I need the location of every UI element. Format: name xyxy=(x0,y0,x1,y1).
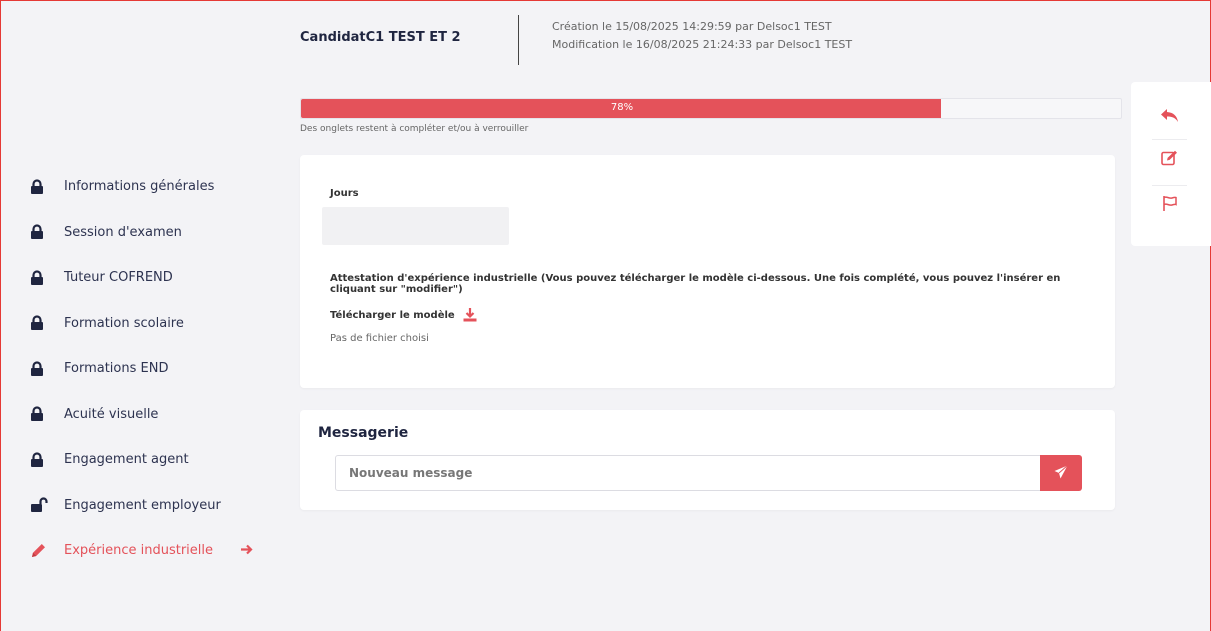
sidebar-item-session-examen[interactable]: Session d'examen xyxy=(30,210,290,256)
sidebar-item-label: Formations END xyxy=(64,361,169,377)
form-card: Jours Attestation d'expérience industrie… xyxy=(300,155,1115,388)
jours-field[interactable] xyxy=(322,207,509,245)
lock-icon xyxy=(30,361,64,377)
sidebar-item-label: Acuité visuelle xyxy=(64,406,159,422)
flag-icon xyxy=(1162,195,1178,215)
download-icon[interactable] xyxy=(463,308,477,322)
progress-note: Des onglets restent à compléter et/ou à … xyxy=(300,124,529,134)
progress-label: 78% xyxy=(610,102,634,113)
download-template-label: Télécharger le modèle xyxy=(330,309,455,321)
edit-button[interactable] xyxy=(1152,145,1187,175)
edit-icon xyxy=(1160,150,1179,170)
action-separator xyxy=(1152,185,1187,186)
lock-icon xyxy=(30,406,64,422)
sidebar-item-label: Engagement agent xyxy=(64,452,189,468)
sidebar-item-label: Session d'examen xyxy=(64,224,182,240)
sidebar-item-experience-industrielle[interactable]: Expérience industrielle xyxy=(30,528,290,574)
arrow-right-icon xyxy=(241,543,253,559)
sidebar-item-label: Expérience industrielle xyxy=(64,543,214,559)
messaging-card: Messagerie xyxy=(300,410,1115,510)
header-divider xyxy=(518,15,519,65)
pencil-icon xyxy=(30,542,64,559)
new-message-input[interactable] xyxy=(335,455,1041,491)
sidebar-item-label: Formation scolaire xyxy=(64,315,184,331)
sidebar-item-label: Informations générales xyxy=(64,179,215,195)
candidate-name: CandidatC1 TEST ET 2 xyxy=(300,30,461,45)
sidebar-item-formations-end[interactable]: Formations END xyxy=(30,346,290,392)
record-meta: Création le 15/08/2025 14:29:59 par Dels… xyxy=(552,18,852,54)
lock-icon xyxy=(30,179,64,195)
progress-bar: 78% xyxy=(300,98,1122,119)
no-file-text: Pas de fichier choisi xyxy=(330,333,429,344)
sidebar-item-engagement-employeur[interactable]: Engagement employeur xyxy=(30,483,290,529)
download-template: Télécharger le modèle xyxy=(330,308,477,322)
lock-icon xyxy=(30,224,64,240)
sidebar-item-label: Engagement employeur xyxy=(64,497,221,513)
sidebar-item-acuite-visuelle[interactable]: Acuité visuelle xyxy=(30,392,290,438)
unlock-icon xyxy=(30,497,64,513)
lock-icon xyxy=(30,315,64,331)
sidebar-item-formation-scolaire[interactable]: Formation scolaire xyxy=(30,301,290,347)
sidebar: Informations générales Session d'examen … xyxy=(30,164,290,574)
creation-info: Création le 15/08/2025 14:29:59 par Dels… xyxy=(552,20,832,33)
sidebar-item-engagement-agent[interactable]: Engagement agent xyxy=(30,437,290,483)
attestation-label: Attestation d'expérience industrielle (V… xyxy=(330,273,1061,295)
send-icon xyxy=(1054,464,1068,482)
flag-button[interactable] xyxy=(1152,190,1187,220)
action-separator xyxy=(1152,139,1187,140)
lock-icon xyxy=(30,452,64,468)
jours-label: Jours xyxy=(330,188,359,199)
sidebar-item-informations-generales[interactable]: Informations générales xyxy=(30,164,290,210)
messaging-title: Messagerie xyxy=(318,425,409,441)
sidebar-item-label: Tuteur COFREND xyxy=(64,270,173,286)
sidebar-item-tuteur-cofrend[interactable]: Tuteur COFREND xyxy=(30,255,290,301)
send-message-button[interactable] xyxy=(1040,455,1082,491)
action-panel xyxy=(1131,82,1211,246)
undo-button[interactable] xyxy=(1152,103,1187,133)
undo-icon xyxy=(1160,108,1180,128)
modification-info: Modification le 16/08/2025 21:24:33 par … xyxy=(552,38,853,51)
lock-icon xyxy=(30,270,64,286)
